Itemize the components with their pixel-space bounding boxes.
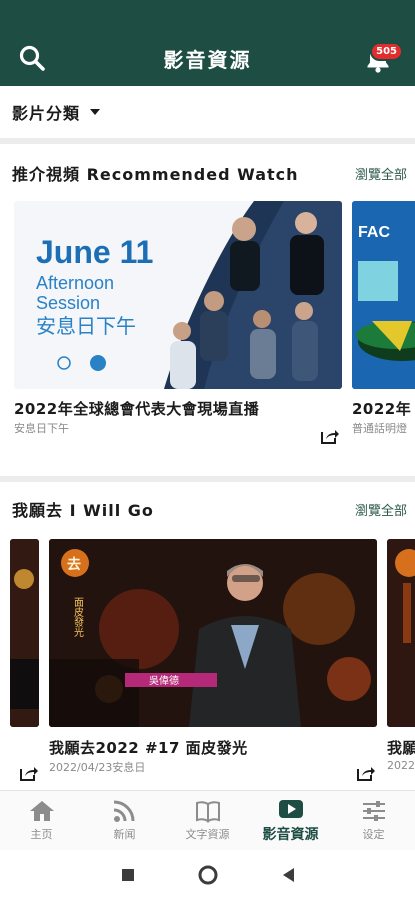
view-all-link[interactable]: 瀏覽全部: [355, 500, 407, 519]
tab-label: 设定: [362, 828, 385, 841]
page-title: 影音資源: [163, 47, 252, 72]
caret-down-icon: [90, 109, 101, 115]
thumb-name-banner: 吳偉德: [149, 674, 179, 687]
recents-icon[interactable]: [121, 868, 135, 882]
video-title[interactable]: 2022年全球總會代表大會現場直播: [14, 398, 259, 419]
tab-text-resources[interactable]: 文字資源: [166, 791, 249, 850]
bottom-tab-bar: 主页 新闻 文字資源 影音資源 设定: [0, 790, 415, 850]
thumb-line3: 安息日下午: [36, 314, 136, 338]
thumb-headline: June 11: [36, 234, 153, 270]
video-thumbnail[interactable]: [387, 539, 415, 727]
thumb-vertical-text: 面皮發光: [72, 597, 84, 638]
rss-icon: [113, 800, 134, 822]
section-divider: [0, 476, 415, 482]
notification-badge: 505: [370, 42, 403, 61]
status-bar: [0, 0, 415, 30]
video-subtitle: 2022: [387, 759, 415, 772]
tab-label: 新闻: [113, 828, 136, 841]
thumb-line2: Session: [36, 293, 100, 313]
video-subtitle: 普通話明燈: [352, 422, 407, 435]
tab-label: 影音資源: [262, 827, 319, 843]
play-icon: [278, 800, 303, 818]
tab-news[interactable]: 新闻: [83, 791, 166, 850]
thumb-logo: 去: [67, 556, 81, 573]
thumbnail-graphic: FAC: [352, 201, 415, 389]
iwillgo-section: 我願去 I Will Go 瀏覽全部 去 面皮發光 吳偉德 我願去2022 #1…: [0, 486, 415, 790]
home-icon: [29, 801, 54, 821]
search-icon[interactable]: [18, 44, 46, 72]
system-nav-bar: [0, 850, 415, 900]
category-label: 影片分類: [12, 104, 81, 123]
video-title[interactable]: 我願去2022 #17 面皮發光: [49, 737, 248, 758]
app-bar: 影音資源 505: [0, 30, 415, 86]
video-subtitle: 2022/04/23安息日: [49, 761, 146, 774]
tab-media-resources[interactable]: 影音資源: [249, 791, 332, 850]
home-circle-icon[interactable]: [197, 864, 219, 886]
back-icon[interactable]: [281, 867, 295, 883]
tab-label: 文字資源: [185, 828, 230, 841]
section-title: 我願去 I Will Go: [12, 501, 154, 520]
sliders-icon: [362, 801, 385, 821]
video-thumbnail[interactable]: 去 面皮發光 吳偉德: [49, 539, 377, 727]
tab-label: 主页: [30, 828, 53, 841]
thumbnail-graphic: 去 面皮發光 吳偉德: [49, 539, 377, 727]
video-thumbnail[interactable]: June 11 Afternoon Session 安息日下午: [14, 201, 342, 389]
thumbnail-graphic: [10, 539, 39, 727]
thumb-tag: FAC: [358, 224, 390, 241]
thumbnail-graphic: June 11 Afternoon Session 安息日下午: [14, 201, 342, 389]
recommended-section: 推介視頻 Recommended Watch 瀏覽全部 June 11 Afte…: [0, 150, 415, 476]
video-title[interactable]: 2022年: [352, 398, 411, 419]
share-icon[interactable]: [319, 427, 339, 445]
video-thumbnail[interactable]: [10, 539, 39, 727]
category-dropdown[interactable]: 影片分類: [0, 86, 415, 144]
video-thumbnail[interactable]: FAC: [352, 201, 415, 389]
section-header: 我願去 I Will Go: [0, 486, 415, 532]
section-title: 推介視頻 Recommended Watch: [12, 165, 299, 184]
section-header: 推介視頻 Recommended Watch: [0, 150, 415, 196]
view-all-link[interactable]: 瀏覽全部: [355, 164, 407, 183]
thumb-line1: Afternoon: [36, 273, 114, 293]
book-icon: [195, 801, 220, 823]
share-icon[interactable]: [355, 764, 375, 782]
tab-settings[interactable]: 设定: [332, 791, 415, 850]
video-subtitle: 安息日下午: [14, 422, 69, 435]
share-icon[interactable]: [18, 764, 38, 782]
thumbnail-graphic: [387, 539, 415, 727]
tab-home[interactable]: 主页: [0, 791, 83, 850]
video-title[interactable]: 我願: [387, 737, 415, 758]
